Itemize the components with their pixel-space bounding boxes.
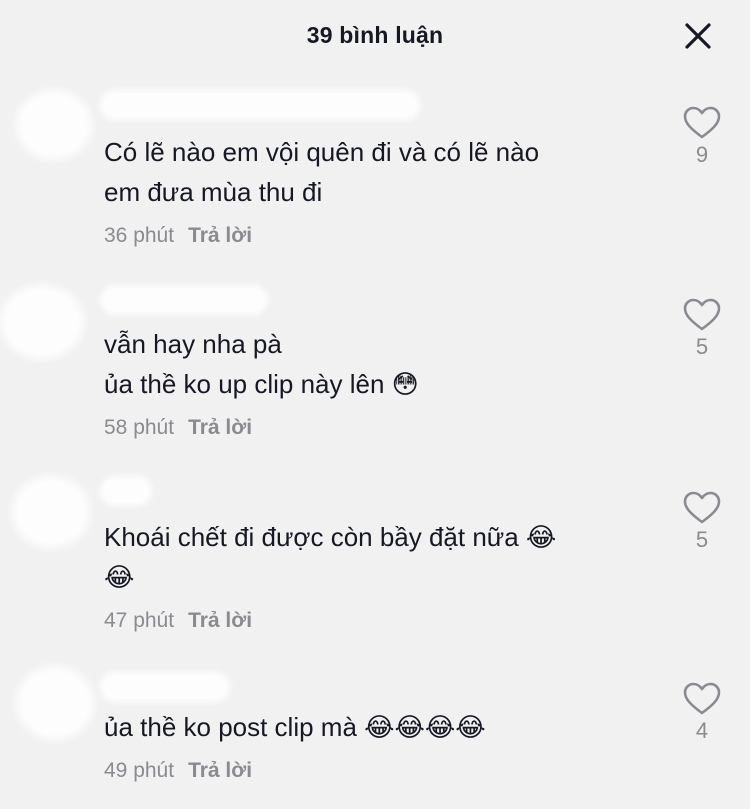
like-button[interactable]: 9 <box>680 106 724 168</box>
username-redacted <box>104 94 416 116</box>
heart-icon <box>683 682 721 715</box>
like-count: 5 <box>695 527 709 552</box>
heart-icon <box>683 491 721 524</box>
comment-text: ủa thề ko post clip mà 😂😂😂😂 <box>104 712 486 742</box>
comment-meta: 49 phút Trả lời <box>104 759 252 783</box>
comment-text: Khoái chết đi được còn bầy đặt nữa 😂 😂 <box>104 522 557 592</box>
comment-time: 36 phút <box>104 224 175 247</box>
close-button[interactable] <box>676 18 720 56</box>
like-count: 4 <box>695 718 709 743</box>
reply-button[interactable]: Trả lời <box>188 759 252 782</box>
comment-meta: 47 phút Trả lời <box>104 609 252 633</box>
avatar-redacted <box>22 672 88 734</box>
like-button[interactable]: 5 <box>680 491 724 553</box>
close-icon <box>685 23 711 49</box>
username-redacted <box>104 676 226 698</box>
like-count: 5 <box>695 334 709 359</box>
like-count: 9 <box>695 142 709 167</box>
comment-time: 47 phút <box>104 609 175 632</box>
heart-icon <box>683 106 721 139</box>
comment-meta: 36 phút Trả lời <box>104 224 252 248</box>
reply-button[interactable]: Trả lời <box>188 224 252 247</box>
comment-item: Có lẽ nào em vội quên đi và có lẽ nào em… <box>0 90 750 260</box>
reply-button[interactable]: Trả lời <box>188 416 252 439</box>
username-redacted <box>104 480 148 502</box>
comment-item: vẫn hay nha pà ủa thề ko up clip này lên… <box>0 283 750 453</box>
comment-count-title: 39 bình luận <box>306 22 444 48</box>
comment-item: ủa thề ko post clip mà 😂😂😂😂 49 phút Trả l… <box>0 666 750 809</box>
heart-icon <box>683 298 721 331</box>
avatar-redacted <box>22 96 86 154</box>
comment-meta: 58 phút Trả lời <box>104 416 252 440</box>
username-redacted <box>104 289 264 311</box>
reply-button[interactable]: Trả lời <box>188 609 252 632</box>
comments-header: 39 bình luận <box>0 0 750 72</box>
like-button[interactable]: 5 <box>680 298 724 360</box>
comment-text: vẫn hay nha pà ủa thề ko up clip này lên… <box>104 329 419 399</box>
comment-time: 58 phút <box>104 416 175 439</box>
comment-time: 49 phút <box>104 759 175 782</box>
avatar-redacted <box>6 291 78 353</box>
avatar-redacted <box>18 482 84 542</box>
comment-item: Khoái chết đi được còn bầy đặt nữa 😂 😂 4… <box>0 476 750 646</box>
comment-text: Có lẽ nào em vội quên đi và có lẽ nào em… <box>104 137 540 207</box>
like-button[interactable]: 4 <box>680 682 724 744</box>
